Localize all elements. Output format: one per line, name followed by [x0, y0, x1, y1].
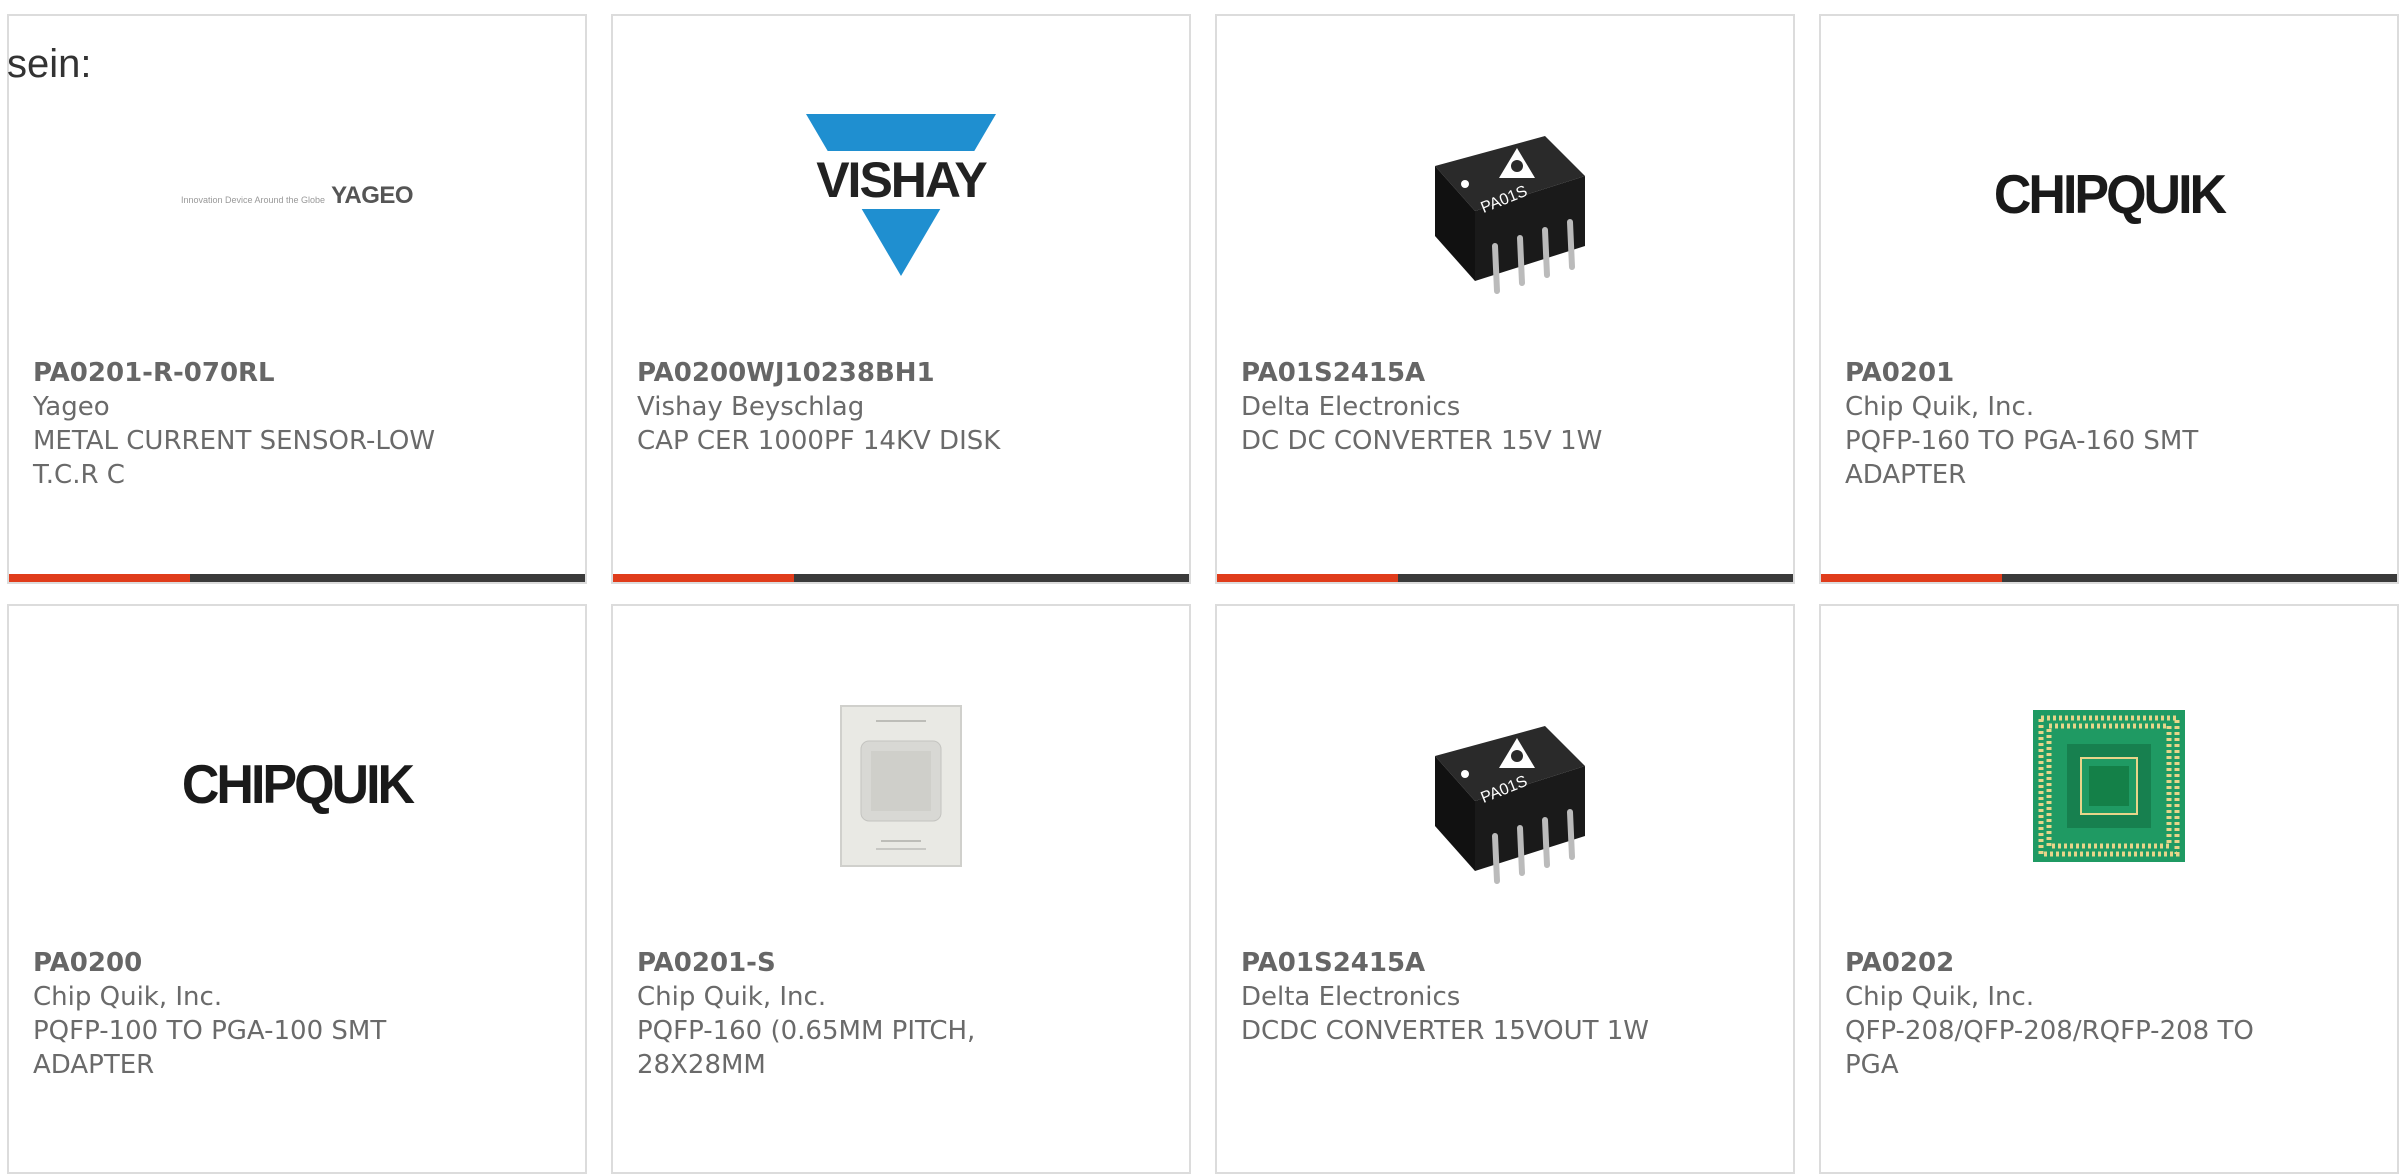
part-number[interactable]: PA0201-S: [637, 946, 1077, 980]
manufacturer: Chip Quik, Inc.: [1845, 982, 2035, 1012]
manufacturer: Delta Electronics: [1241, 392, 1461, 422]
part-number[interactable]: PA0200: [33, 946, 473, 980]
vishay-logo: VISHAY: [801, 111, 1001, 281]
yageo-logo-text: YAGEO: [331, 182, 414, 209]
description-line: METAL CURRENT SENSOR-LOW: [33, 426, 436, 456]
manufacturer: Chip Quik, Inc.: [33, 982, 223, 1012]
card-bottom-bar: [1821, 574, 2397, 582]
product-info: PA0201 Chip Quik, Inc. PQFP-160 TO PGA-1…: [1845, 356, 2285, 492]
product-image: Innovation Device Around the Globe YAGEO: [9, 66, 585, 326]
product-info: PA0201-R-070RL Yageo METAL CURRENT SENSO…: [33, 356, 473, 492]
product-card[interactable]: PA0201-S Chip Quik, Inc. PQFP-160 (0.65M…: [611, 604, 1191, 1174]
description-line: CAP CER 1000PF 14KV DISK: [637, 426, 1001, 456]
card-bottom-bar: [1217, 574, 1793, 582]
manufacturer: Chip Quik, Inc.: [637, 982, 827, 1012]
part-number[interactable]: PA01S2415A: [1241, 356, 1681, 390]
card-bar-accent: [1217, 574, 1399, 582]
description-line: DC DC CONVERTER 15V 1W: [1241, 426, 1603, 456]
product-card[interactable]: Innovation Device Around the Globe YAGEO…: [7, 14, 587, 584]
dc-converter-module-icon: PA01S: [1435, 726, 1585, 884]
manufacturer: Yageo: [33, 392, 110, 422]
yageo-logo: Innovation Device Around the Globe YAGEO: [180, 182, 414, 210]
product-card[interactable]: PA01S PA01S2415A Delta Electronics DC DC…: [1215, 14, 1795, 584]
chipquik-logo: CHIPQUIK: [181, 754, 415, 816]
product-info: PA0202 Chip Quik, Inc. QFP-208/QFP-208/R…: [1845, 946, 2285, 1082]
adapter-board-icon: [2033, 710, 2185, 862]
yageo-logo-tagline: Innovation Device Around the Globe: [180, 195, 326, 205]
description-line: 28X28MM: [637, 1050, 766, 1080]
product-info: PA0201-S Chip Quik, Inc. PQFP-160 (0.65M…: [637, 946, 1077, 1082]
description-line: ADAPTER: [33, 1050, 155, 1080]
card-bar-accent: [9, 574, 191, 582]
product-info: PA01S2415A Delta Electronics DCDC CONVER…: [1241, 946, 1681, 1048]
product-card[interactable]: CHIPQUIK PA0201 Chip Quik, Inc. PQFP-160…: [1819, 14, 2399, 584]
product-grid: Innovation Device Around the Globe YAGEO…: [7, 14, 2399, 1174]
dc-converter-module-icon: PA01S: [1435, 136, 1585, 294]
product-card[interactable]: PA0202 Chip Quik, Inc. QFP-208/QFP-208/R…: [1819, 604, 2399, 1174]
product-image: VISHAY: [613, 66, 1189, 326]
description-line: PQFP-160 (0.65MM PITCH,: [637, 1016, 976, 1046]
manufacturer: Chip Quik, Inc.: [1845, 392, 2035, 422]
chipquik-logo-text: CHIPQUIK: [1993, 164, 2227, 226]
chipquik-logo: CHIPQUIK: [1993, 164, 2227, 226]
product-image: CHIPQUIK: [9, 656, 585, 916]
product-info: PA0200 Chip Quik, Inc. PQFP-100 TO PGA-1…: [33, 946, 473, 1082]
description-line: T.C.R C: [33, 460, 125, 490]
product-image: CHIPQUIK: [1821, 66, 2397, 326]
description-line: PGA: [1845, 1050, 1899, 1080]
card-bar-accent: [613, 574, 795, 582]
part-number[interactable]: PA0201: [1845, 356, 2285, 390]
stencil-icon: [840, 705, 962, 867]
product-info: PA01S2415A Delta Electronics DC DC CONVE…: [1241, 356, 1681, 458]
product-image: [1821, 656, 2397, 916]
manufacturer: Delta Electronics: [1241, 982, 1461, 1012]
card-bottom-bar: [9, 574, 585, 582]
description-line: ADAPTER: [1845, 460, 1967, 490]
card-bottom-bar: [613, 574, 1189, 582]
part-number[interactable]: PA0202: [1845, 946, 2285, 980]
part-number[interactable]: PA0201-R-070RL: [33, 356, 473, 390]
description-line: QFP-208/QFP-208/RQFP-208 TO: [1845, 1016, 2254, 1046]
product-card[interactable]: PA01S PA01S2415A Delta Electronics DCDC …: [1215, 604, 1795, 1174]
product-card[interactable]: CHIPQUIK PA0200 Chip Quik, Inc. PQFP-100…: [7, 604, 587, 1174]
product-image: PA01S: [1217, 66, 1793, 326]
chipquik-logo-text: CHIPQUIK: [181, 754, 415, 816]
product-image: PA01S: [1217, 656, 1793, 916]
product-info: PA0200WJ10238BH1 Vishay Beyschlag CAP CE…: [637, 356, 1077, 458]
product-image: [613, 656, 1189, 916]
part-number[interactable]: PA01S2415A: [1241, 946, 1681, 980]
description-line: PQFP-100 TO PGA-100 SMT: [33, 1016, 387, 1046]
card-bar-accent: [1821, 574, 2003, 582]
description-line: DCDC CONVERTER 15VOUT 1W: [1241, 1016, 1650, 1046]
vishay-logo-text: VISHAY: [816, 152, 988, 208]
manufacturer: Vishay Beyschlag: [637, 392, 865, 422]
product-card[interactable]: VISHAY PA0200WJ10238BH1 Vishay Beyschlag…: [611, 14, 1191, 584]
intro-text: sein:: [7, 42, 92, 86]
part-number[interactable]: PA0200WJ10238BH1: [637, 356, 1077, 390]
description-line: PQFP-160 TO PGA-160 SMT: [1845, 426, 2199, 456]
